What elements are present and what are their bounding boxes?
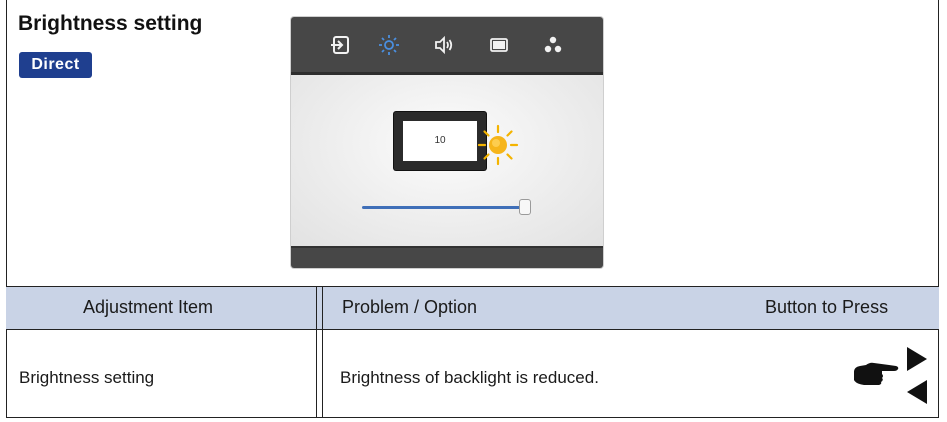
header-problem-option: Problem / Option [342,297,478,317]
header-adjustment-item: Adjustment Item [83,297,214,317]
osd-tab-bar [291,17,603,75]
section-title: Brightness setting [18,12,203,35]
brightness-slider-track[interactable] [362,206,527,209]
row-adjustment-item: Brightness setting [19,368,155,387]
osd-content: 10 [291,75,603,246]
button-to-press-icons [854,347,927,404]
pointing-hand-icon [854,362,899,385]
input-icon[interactable] [330,34,352,56]
direct-badge: Direct [19,52,92,78]
osd-panel: 10 [291,17,603,268]
header-button-to-press: Button to Press [765,297,889,317]
left-arrow-icon [907,380,927,404]
volume-icon[interactable] [433,34,455,56]
osd-footer [291,246,603,268]
color-dots-icon[interactable] [542,34,564,56]
brightness-slider-thumb[interactable] [519,199,531,215]
right-arrow-icon [907,347,927,371]
monitor-illustration: 10 [394,112,486,170]
column-divider [316,286,317,418]
column-divider [322,286,323,418]
row-problem-option: Brightness of backlight is reduced. [340,368,599,387]
screen-icon[interactable] [488,34,510,56]
brightness-value: 10 [403,121,477,161]
brightness-icon[interactable] [378,34,400,56]
sun-icon [477,124,519,166]
